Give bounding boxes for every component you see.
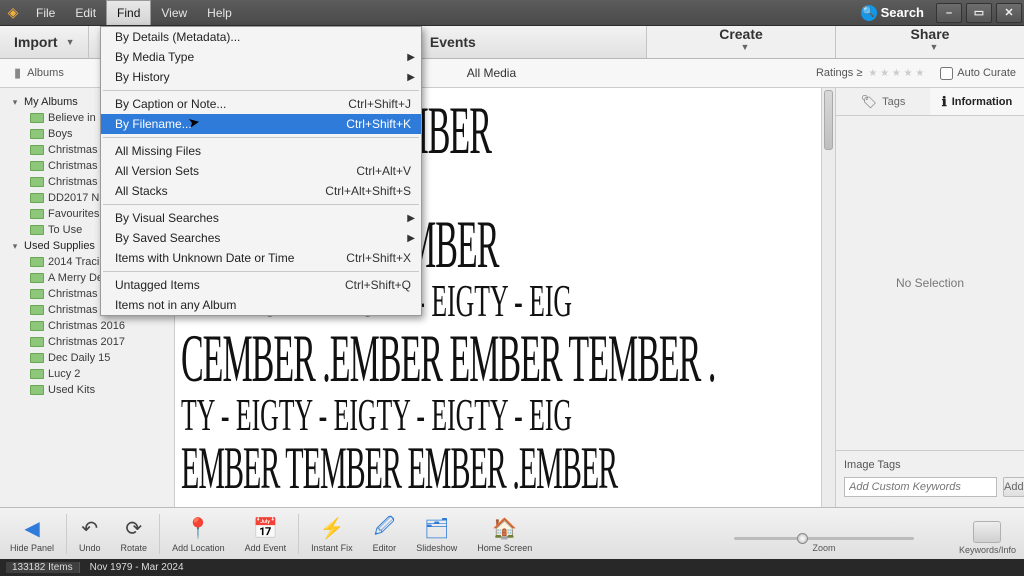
thumbnail-text: CEMBER .EMBER EMBER TEMBER . — [181, 324, 715, 392]
keywords-input[interactable] — [844, 477, 997, 497]
item-count: 133182 Items — [6, 562, 80, 573]
info-icon: ℹ — [942, 94, 947, 110]
image-tags-box: Image Tags Add — [836, 450, 1024, 507]
tab-tags[interactable]: 🏷 Tags — [836, 88, 930, 115]
no-selection-label: No Selection — [836, 116, 1024, 450]
scrollbar[interactable] — [821, 88, 835, 507]
bottom-add-event[interactable]: 📅Add Event — [235, 515, 297, 553]
search-button[interactable]: 🔍 Search — [861, 5, 934, 21]
menu-file[interactable]: File — [26, 0, 65, 25]
image-tags-label: Image Tags — [844, 459, 1016, 471]
find-menu-item[interactable]: By Caption or Note...Ctrl+Shift+J — [101, 94, 421, 114]
thumbnail-text: TY - EIGTY - EIGTY - EIGTY - EIG — [181, 392, 572, 438]
tab-events[interactable]: Events — [430, 34, 476, 50]
tree-item[interactable]: Christmas 2016 — [0, 318, 174, 334]
find-menu[interactable]: By Details (Metadata)...By Media Type▶By… — [100, 26, 422, 316]
bottom-hide-panel[interactable]: ◀Hide Panel — [0, 515, 64, 553]
tree-item[interactable]: Lucy 2 — [0, 366, 174, 382]
menu-find[interactable]: Find — [106, 0, 151, 25]
find-menu-item[interactable]: Items with Unknown Date or TimeCtrl+Shif… — [101, 248, 421, 268]
bottom-home-screen[interactable]: 🏠Home Screen — [467, 515, 542, 553]
find-menu-item[interactable]: By Visual Searches▶ — [101, 208, 421, 228]
add-keyword-button[interactable]: Add — [1003, 477, 1024, 497]
bottom-rotate[interactable]: ⟳Rotate — [111, 515, 158, 553]
find-menu-item[interactable]: By History▶ — [101, 67, 421, 87]
tab-information[interactable]: ℹ Information — [930, 88, 1024, 115]
minimize-button[interactable]: – — [936, 3, 962, 23]
menu-help[interactable]: Help — [197, 0, 242, 25]
menu-view[interactable]: View — [151, 0, 197, 25]
bottom-slideshow[interactable]: 🗂Slideshow — [406, 515, 467, 553]
find-menu-item[interactable]: All Missing Files — [101, 141, 421, 161]
window-controls: – ▭ ✕ — [934, 1, 1024, 25]
thumbnail-text: EMBER TEMBER EMBER .EMBER — [181, 438, 617, 498]
date-range: Nov 1979 - Mar 2024 — [90, 562, 184, 573]
menu-edit[interactable]: Edit — [65, 0, 106, 25]
menubar: ◈ FileEditFindViewHelp 🔍 Search – ▭ ✕ — [0, 0, 1024, 26]
tree-item[interactable]: Christmas 2017 — [0, 334, 174, 350]
find-menu-item[interactable]: All StacksCtrl+Alt+Shift+S — [101, 181, 421, 201]
bottom-editor[interactable]: 🖉Editor — [363, 515, 407, 553]
bottom-undo[interactable]: ↶Undo — [69, 515, 111, 553]
app-icon: ◈ — [0, 0, 26, 26]
tag-icon: 🏷 — [861, 94, 878, 110]
bottom-toolbar: ◀Hide Panel↶Undo⟳Rotate📍Add Location📅Add… — [0, 507, 1024, 559]
find-menu-item[interactable]: By Filename...Ctrl+Shift+K — [101, 114, 421, 134]
import-button[interactable]: Import▼ — [0, 26, 89, 58]
auto-curate-checkbox[interactable]: Auto Curate — [940, 67, 1016, 80]
find-menu-item[interactable]: By Saved Searches▶ — [101, 228, 421, 248]
find-menu-item[interactable]: By Details (Metadata)... — [101, 27, 421, 47]
tree-item[interactable]: Used Kits — [0, 382, 174, 398]
find-menu-item[interactable]: Items not in any Album — [101, 295, 421, 315]
find-menu-item[interactable]: All Version SetsCtrl+Alt+V — [101, 161, 421, 181]
zoom-slider[interactable]: Zoom — [734, 537, 914, 553]
find-menu-item[interactable]: By Media Type▶ — [101, 47, 421, 67]
maximize-button[interactable]: ▭ — [966, 3, 992, 23]
albums-icon: ▮ — [14, 65, 21, 81]
ratings-label: Ratings ≥ — [816, 67, 862, 79]
create-button[interactable]: Create▼ — [646, 26, 835, 58]
tree-item[interactable]: Dec Daily 15 — [0, 350, 174, 366]
keywords-panel-button[interactable]: Keywords/Info — [959, 521, 1016, 555]
close-button[interactable]: ✕ — [996, 3, 1022, 23]
bottom-instant-fix[interactable]: ⚡Instant Fix — [301, 515, 363, 553]
share-button[interactable]: Share▼ — [835, 26, 1024, 58]
search-label: Search — [881, 5, 924, 20]
star-icon[interactable]: ★ ★ ★ ★ ★ — [868, 68, 924, 79]
status-bar: 133182 Items Nov 1979 - Mar 2024 — [0, 559, 1024, 576]
bottom-add-location[interactable]: 📍Add Location — [162, 515, 235, 553]
find-menu-item[interactable]: Untagged ItemsCtrl+Shift+Q — [101, 275, 421, 295]
keywords-icon — [973, 521, 1001, 543]
info-panel: 🏷 Tags ℹ Information No Selection Image … — [835, 88, 1024, 507]
search-icon: 🔍 — [861, 5, 877, 21]
